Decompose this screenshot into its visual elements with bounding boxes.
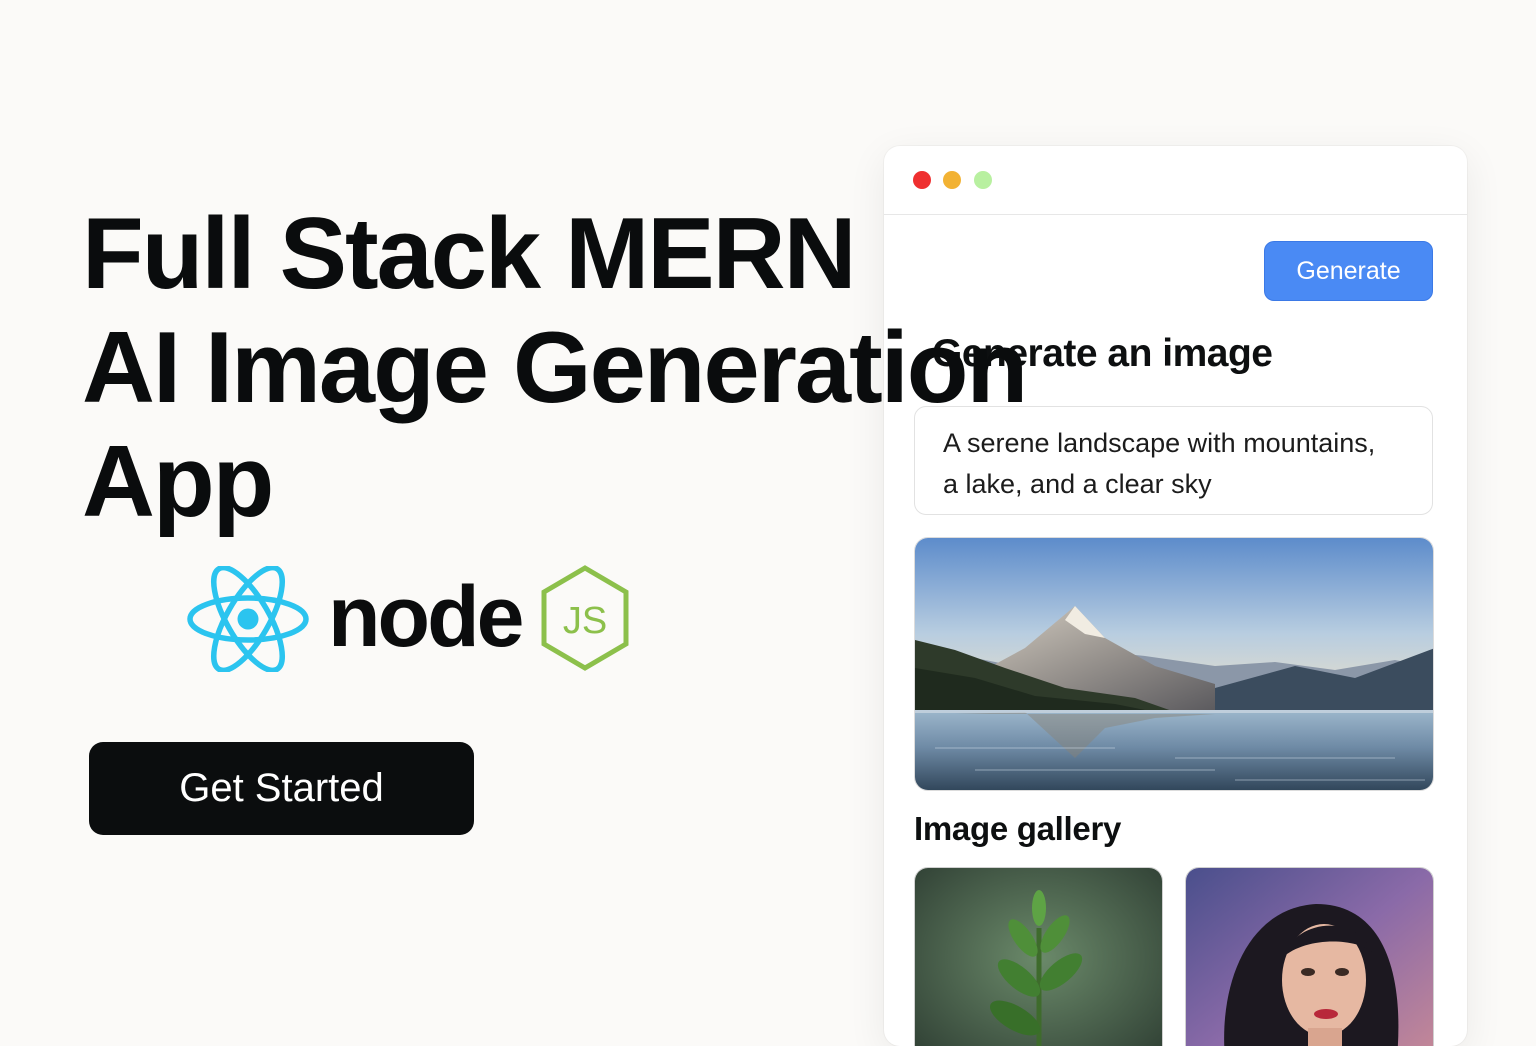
- hero-title-line-2: AI Image Generation: [82, 312, 1028, 424]
- hero-title: Full Stack MERN AI Image Generation App: [82, 197, 1028, 539]
- nodejs-logo: node JS: [328, 565, 634, 673]
- maximize-window-dot[interactable]: [974, 171, 992, 189]
- hero-title-line-1: Full Stack MERN: [82, 198, 857, 310]
- gallery-title: Image gallery: [914, 810, 1122, 847]
- mountain-lake-landscape-image: [915, 538, 1433, 790]
- woman-portrait-painting-image: [1186, 868, 1433, 1046]
- green-plant-sprout-image: [915, 868, 1162, 1046]
- gallery-item-plant[interactable]: [914, 867, 1163, 1046]
- gallery-item-portrait[interactable]: [1185, 867, 1434, 1046]
- nodejs-badge-text: JS: [563, 600, 607, 642]
- nodejs-wordmark: node: [328, 569, 524, 665]
- generated-image: [914, 537, 1434, 791]
- hero-title-line-3: App: [82, 426, 274, 538]
- get-started-button[interactable]: Get Started: [89, 742, 474, 835]
- close-window-dot[interactable]: [913, 171, 931, 189]
- nodejs-hexagon-icon: JS: [541, 565, 629, 671]
- minimize-window-dot[interactable]: [943, 171, 961, 189]
- react-atom-icon: [187, 566, 309, 672]
- generate-button[interactable]: Generate: [1264, 241, 1433, 301]
